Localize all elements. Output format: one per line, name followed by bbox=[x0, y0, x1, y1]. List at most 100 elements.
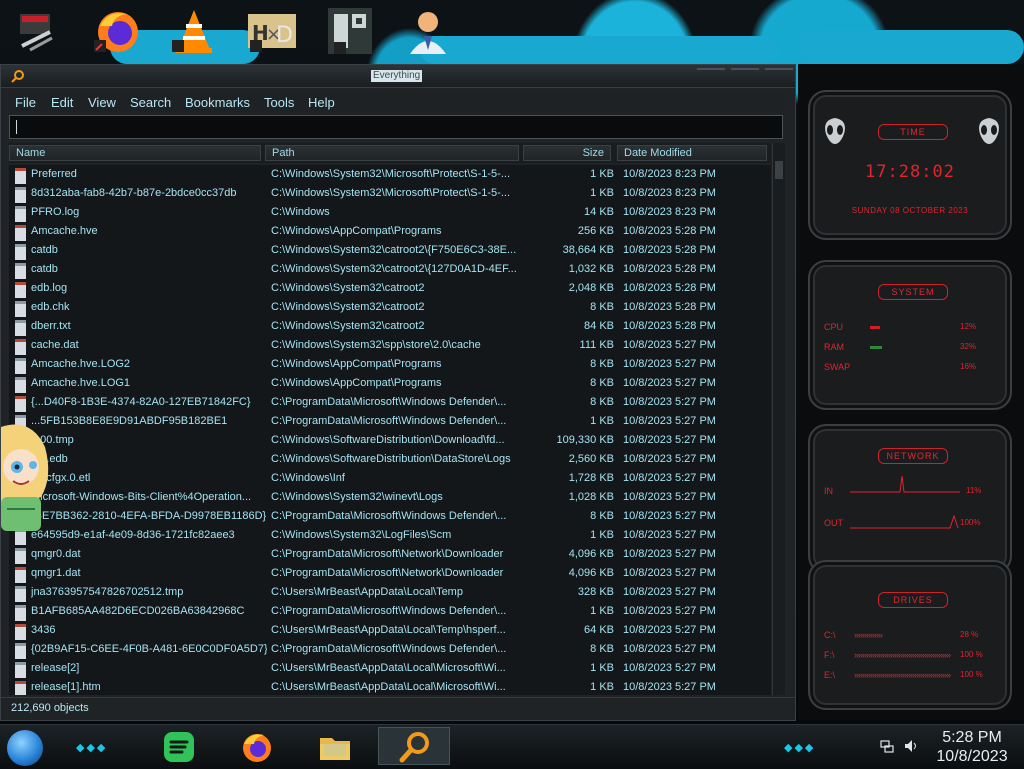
file-name: qmgr1.dat bbox=[31, 567, 81, 579]
table-row[interactable]: Amcache.hve.LOG1 C:\Windows\AppCompat\Pro… bbox=[9, 374, 771, 393]
minimize-button[interactable] bbox=[697, 68, 725, 76]
column-path[interactable]: Path bbox=[265, 145, 519, 161]
net-in-value: 11% bbox=[966, 486, 982, 495]
file-icon bbox=[15, 206, 26, 222]
table-row[interactable]: Amcache.hve C:\Windows\AppCompat\Programs… bbox=[9, 222, 771, 241]
table-row[interactable]: ...p.edb C:\Windows\SoftwareDistribution\… bbox=[9, 450, 771, 469]
swap-label: SWAP bbox=[824, 362, 851, 372]
column-date-modified[interactable]: Date Modified bbox=[617, 145, 767, 161]
menu-edit[interactable]: Edit bbox=[51, 95, 73, 110]
volume-icon[interactable] bbox=[904, 739, 918, 753]
taskbar-everything[interactable] bbox=[378, 727, 450, 765]
menu-bookmarks[interactable]: Bookmarks bbox=[185, 95, 250, 110]
table-row[interactable]: cache.dat C:\Windows\System32\spp\store\2… bbox=[9, 336, 771, 355]
table-row[interactable]: 8d312aba-fab8-42b7-b87e-2bdce0cc37db C:\W… bbox=[9, 184, 771, 203]
file-icon bbox=[15, 244, 26, 260]
scrollbar-thumb[interactable] bbox=[775, 161, 783, 179]
desktop-shortcut-app[interactable] bbox=[324, 6, 376, 56]
desktop-shortcut-tools[interactable] bbox=[12, 6, 64, 56]
table-row[interactable]: qmgr1.dat C:\ProgramData\Microsoft\Networ… bbox=[9, 564, 771, 583]
table-row[interactable]: Preferred C:\Windows\System32\Microsoft\P… bbox=[9, 165, 771, 184]
table-row[interactable]: qmgr0.dat C:\ProgramData\Microsoft\Networ… bbox=[9, 545, 771, 564]
file-path: C:\Windows\AppCompat\Programs bbox=[271, 358, 442, 370]
network-widget: NETWORK IN 11% OUT 100% bbox=[808, 424, 1012, 574]
column-name[interactable]: Name bbox=[9, 145, 261, 161]
file-name: Amcache.hve.LOG1 bbox=[31, 377, 131, 389]
taskbar-firefox[interactable] bbox=[240, 730, 274, 764]
network-icon[interactable] bbox=[880, 739, 894, 753]
hxd-icon: H×D bbox=[248, 14, 296, 52]
menu-view[interactable]: View bbox=[88, 95, 116, 110]
file-size: 8 KB bbox=[590, 396, 614, 408]
table-row[interactable]: release[2] C:\Users\MrBeast\AppData\Local… bbox=[9, 659, 771, 678]
table-row[interactable]: Amcache.hve.LOG2 C:\Windows\AppCompat\Pro… bbox=[9, 355, 771, 374]
file-name: ...p.edb bbox=[31, 453, 68, 465]
file-path: C:\Users\MrBeast\AppData\Local\Microsoft… bbox=[271, 681, 506, 693]
file-icon bbox=[15, 643, 26, 659]
menu-help[interactable]: Help bbox=[308, 95, 335, 110]
table-row[interactable]: edb.chk C:\Windows\System32\catroot2 8 KB 1… bbox=[9, 298, 771, 317]
table-row[interactable]: B1AFB685AA482D6ECD026BA63842968C C:\Progr… bbox=[9, 602, 771, 621]
table-row[interactable]: catdb C:\Windows\System32\catroot2\{127D0… bbox=[9, 260, 771, 279]
drives-widget-title: DRIVES bbox=[878, 592, 948, 608]
desktop-shortcut-hxd[interactable]: H × D bbox=[246, 6, 298, 56]
taskbar-decoration: ◆◆◆ bbox=[76, 742, 108, 754]
menu-tools[interactable]: Tools bbox=[264, 95, 294, 110]
file-size: 8 KB bbox=[590, 643, 614, 655]
vertical-scrollbar[interactable] bbox=[772, 143, 785, 695]
desktop-shortcut-vlc[interactable] bbox=[168, 6, 220, 56]
table-row[interactable]: 3436 C:\Users\MrBeast\AppData\Local\Temp\… bbox=[9, 621, 771, 640]
file-name: netcfgx.0.etl bbox=[31, 472, 91, 484]
table-row[interactable]: dberr.txt C:\Windows\System32\catroot2 84 … bbox=[9, 317, 771, 336]
file-path: C:\Users\MrBeast\AppData\Local\Temp\hspe… bbox=[271, 624, 506, 636]
table-row[interactable]: {02B9AF15-C6EE-4F0B-A481-6E0C0DF0A5D7} C:… bbox=[9, 640, 771, 659]
table-row[interactable]: ...5FB153B8E8E9D91ABDF95B182BE1 C:\Progra… bbox=[9, 412, 771, 431]
desktop-shortcut-doctor[interactable] bbox=[402, 6, 454, 56]
file-path: C:\ProgramData\Microsoft\Network\Downloa… bbox=[271, 548, 504, 560]
table-row[interactable]: PFRO.log C:\Windows 14 KB 10/8/2023 8:23 PM bbox=[9, 203, 771, 222]
file-date: 10/8/2023 5:27 PM bbox=[623, 510, 716, 522]
column-size[interactable]: Size bbox=[523, 145, 611, 161]
table-row[interactable]: netcfgx.0.etl C:\Windows\Inf 1,728 KB 10/8/… bbox=[9, 469, 771, 488]
table-row[interactable]: release[1].htm C:\Users\MrBeast\AppData\L… bbox=[9, 678, 771, 695]
file-path: C:\Windows bbox=[271, 206, 330, 218]
file-date: 10/8/2023 5:28 PM bbox=[623, 301, 716, 313]
system-widget: SYSTEM CPU 12% RAM 32% SWAP 16% bbox=[808, 260, 1012, 410]
menu-search[interactable]: Search bbox=[130, 95, 171, 110]
maximize-button[interactable] bbox=[731, 68, 759, 76]
tools-icon bbox=[20, 14, 53, 52]
file-date: 10/8/2023 5:27 PM bbox=[623, 358, 716, 370]
desktop-shortcut-firefox[interactable] bbox=[90, 6, 142, 56]
taskbar-file-explorer[interactable] bbox=[318, 730, 352, 764]
file-name: release[1].htm bbox=[31, 681, 101, 693]
file-path: C:\Windows\System32\LogFiles\Scm bbox=[271, 529, 452, 541]
file-size: 38,664 KB bbox=[562, 244, 614, 256]
title-bar[interactable]: Everything bbox=[1, 65, 795, 88]
menu-file[interactable]: File bbox=[15, 95, 36, 110]
file-date: 10/8/2023 5:28 PM bbox=[623, 244, 716, 256]
file-icon bbox=[15, 168, 26, 184]
table-row[interactable]: {BE7BB362-2810-4EFA-BFDA-D9978EB1186D} C:… bbox=[9, 507, 771, 526]
file-size: 4,096 KB bbox=[568, 548, 614, 560]
widget-panel: TIME 17:28:02 SUNDAY 08 OCTOBER 2023 SYS… bbox=[798, 64, 1024, 720]
table-row[interactable]: Microsoft-Windows-Bits-Client%4Operation… bbox=[9, 488, 771, 507]
close-button[interactable] bbox=[765, 68, 793, 76]
file-path: C:\Windows\AppCompat\Programs bbox=[271, 225, 442, 237]
file-size: 8 KB bbox=[590, 358, 614, 370]
table-row[interactable]: jna3763957547826702512.tmp C:\Users\MrBea… bbox=[9, 583, 771, 602]
search-input[interactable] bbox=[9, 115, 783, 139]
table-row[interactable]: ...00.tmp C:\Windows\SoftwareDistribution… bbox=[9, 431, 771, 450]
table-row[interactable]: edb.log C:\Windows\System32\catroot2 2,048… bbox=[9, 279, 771, 298]
file-icon bbox=[15, 358, 26, 374]
file-name: edb.log bbox=[31, 282, 68, 294]
table-row[interactable]: catdb C:\Windows\System32\catroot2\{F750E… bbox=[9, 241, 771, 260]
taskbar-clock[interactable]: 5:28 PM 10/8/2023 bbox=[930, 728, 1014, 766]
file-name: {02B9AF15-C6EE-4F0B-A481-6E0C0DF0A5D7} bbox=[31, 643, 267, 655]
file-path: C:\Windows\System32\winevt\Logs bbox=[271, 491, 443, 503]
table-row[interactable]: e64595d9-e1af-4e09-8d36-1721fc82aee3 C:\W… bbox=[9, 526, 771, 545]
taskbar-spotify[interactable] bbox=[162, 730, 196, 764]
column-header: Name Path Size Date Modified bbox=[9, 143, 771, 163]
alien-head-icon bbox=[979, 118, 999, 144]
start-button[interactable] bbox=[7, 730, 43, 766]
table-row[interactable]: {...D40F8-1B3E-4374-82A0-127EB71842FC} C:… bbox=[9, 393, 771, 412]
